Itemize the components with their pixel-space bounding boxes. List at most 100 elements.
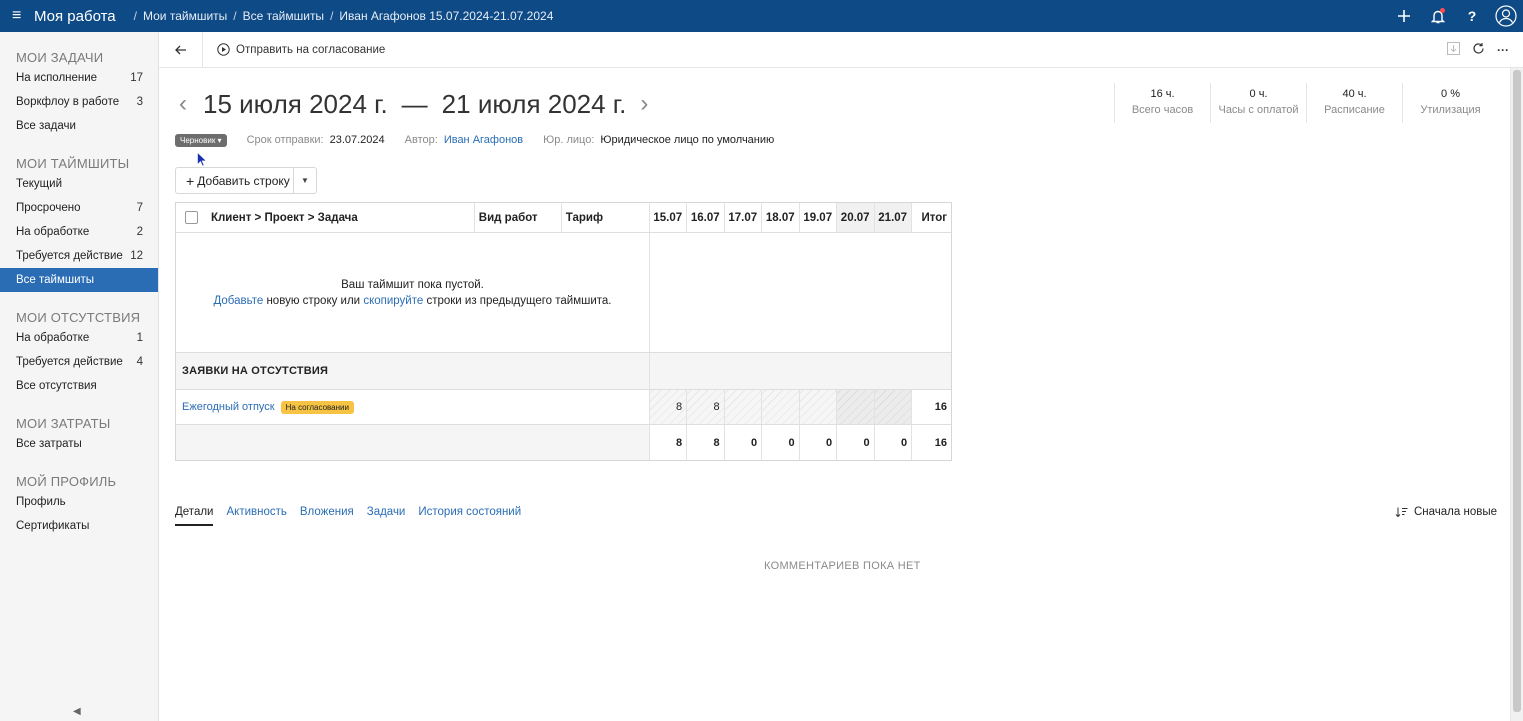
sidebar-item-count: 7 (136, 202, 143, 214)
status-badge[interactable]: Черновик ▾ (175, 133, 227, 147)
breadcrumb-all-timesheets[interactable]: Все таймшиты (243, 9, 324, 23)
sidebar-item[interactable]: Профиль (0, 490, 158, 514)
no-comments-message: КОММЕНТАРИЕВ ПОКА НЕТ (764, 560, 921, 572)
copy-rows-link[interactable]: скопируйте (363, 295, 423, 307)
breadcrumb-separator: / (133, 9, 137, 23)
sidebar-item[interactable]: Все затраты (0, 432, 158, 456)
sidebar-item-count: 1 (136, 332, 143, 344)
sidebar-item-count: 4 (136, 356, 143, 368)
absence-link[interactable]: Ежегодный отпуск (182, 401, 275, 413)
stat-card: 0 ч. Часы с оплатой (1210, 83, 1306, 123)
col-header-rate[interactable]: Тариф (560, 203, 649, 232)
sort-control[interactable]: Сначала новые (1395, 506, 1497, 518)
sidebar-item[interactable]: На обработке 1 (0, 326, 158, 350)
add-icon[interactable] (1387, 0, 1421, 32)
author-label: Автор: (404, 134, 438, 146)
col-header-day[interactable]: 21.07 (873, 203, 912, 232)
add-row-button[interactable]: + Добавить строку (176, 168, 294, 193)
breadcrumb-my-timesheets[interactable]: Мои таймшиты (143, 9, 227, 23)
breadcrumb: / Мои таймшиты / Все таймшиты / Иван Ага… (134, 9, 554, 23)
sidebar-item[interactable]: Воркфлоу в работе 3 (0, 90, 158, 114)
stat-value: 0 % (1441, 88, 1460, 100)
empty-state-row: Ваш таймшит пока пустой. Добавьте новую … (176, 233, 951, 353)
mouse-cursor-icon (197, 152, 207, 167)
col-header-day[interactable]: 17.07 (723, 203, 761, 232)
day-total-cell: 0 (798, 425, 837, 460)
sort-label: Сначала новые (1414, 506, 1498, 518)
status-badge: На согласовании (280, 400, 354, 414)
bell-icon[interactable] (1421, 0, 1455, 32)
stat-label: Часы с оплатой (1218, 104, 1299, 116)
sidebar-item[interactable]: Все таймшиты (0, 268, 158, 292)
date-from: 15 июля 2024 г. (203, 88, 388, 119)
sidebar-item-label: Требуется действие (16, 356, 123, 368)
sidebar-section-title: МОИ ЗАДАЧИ (16, 50, 104, 65)
submit-label: Отправить на согласование (236, 43, 386, 56)
col-header-day[interactable]: 18.07 (761, 203, 798, 232)
col-header-day[interactable]: 20.07 (836, 203, 874, 232)
prev-period-chevron-icon[interactable]: ‹ (179, 90, 203, 118)
sidebar-section: МОИ ЗАДАЧИ На исполнение 17 Воркфлоу в рабо… (0, 49, 158, 138)
sidebar-item-label: На обработке (16, 332, 90, 344)
col-header-day[interactable]: 16.07 (686, 203, 723, 232)
col-header-day[interactable]: 19.07 (798, 203, 836, 232)
user-avatar-icon[interactable] (1489, 0, 1523, 32)
tab[interactable]: Детали (175, 506, 214, 526)
col-header-day[interactable]: 15.07 (648, 203, 686, 232)
day-cell: 8 (648, 390, 687, 424)
sidebar-section: МОИ ЗАТРАТЫ Все затраты (0, 415, 158, 456)
back-arrow-icon[interactable] (159, 31, 203, 68)
sidebar-section: МОИ ОТСУТСТВИЯ На обработке 1 Требуется дей… (0, 309, 158, 398)
sidebar-item[interactable]: Сертификаты (0, 514, 158, 538)
add-row-link[interactable]: Добавьте (213, 295, 263, 307)
sidebar-item[interactable]: Требуется действие 4 (0, 350, 158, 374)
day-total-cell: 0 (873, 425, 912, 460)
date-separator: — (401, 88, 428, 119)
refresh-icon[interactable] (1472, 42, 1485, 58)
stat-card: 0 % Утилизация (1402, 83, 1498, 123)
sidebar-item-label: Все таймшиты (16, 274, 95, 286)
sidebar-item-label: На обработке (16, 226, 90, 238)
day-cell (873, 390, 912, 424)
col-header-work-type[interactable]: Вид работ (473, 203, 561, 232)
sort-icon (1395, 507, 1408, 517)
deadline-value: 23.07.2024 (329, 134, 385, 146)
sidebar-item[interactable]: На обработке 2 (0, 220, 158, 244)
breadcrumb-current: Иван Агафонов 15.07.2024-21.07.2024 (339, 9, 554, 23)
sidebar-item[interactable]: На исполнение 17 (0, 66, 158, 90)
collapse-sidebar-icon[interactable]: ◀ (73, 706, 81, 717)
day-cell (761, 390, 799, 424)
col-header-task[interactable]: Клиент > Проект > Задача (207, 212, 474, 224)
tab[interactable]: Вложения (300, 506, 354, 526)
scrollbar-thumb[interactable] (1513, 70, 1521, 712)
day-total-cell: 0 (836, 425, 874, 460)
stat-card: 40 ч. Расписание (1306, 83, 1402, 123)
empty-message-end: строки из предыдущего таймшита. (423, 294, 612, 307)
sidebar-item[interactable]: Просрочено 7 (0, 196, 158, 220)
vertical-scrollbar[interactable] (1510, 68, 1523, 721)
add-row-dropdown-chevron-icon[interactable]: ▼ (294, 176, 316, 185)
sidebar-item-label: Сертификаты (16, 520, 90, 532)
next-period-chevron-icon[interactable]: › (640, 90, 664, 118)
add-row-label: Добавить строку (197, 173, 290, 188)
sidebar-item[interactable]: Все задачи (0, 114, 158, 138)
breadcrumb-separator: / (330, 9, 334, 23)
author-link[interactable]: Иван Агафонов (444, 134, 523, 146)
sidebar-item-label: Требуется действие (16, 250, 123, 262)
select-all-checkbox[interactable] (176, 211, 207, 224)
sidebar-item[interactable]: Требуется действие 12 (0, 244, 158, 268)
tab[interactable]: Активность (226, 506, 286, 526)
hamburger-menu-icon[interactable]: ≡ (12, 8, 26, 24)
more-options-icon[interactable]: ··· (1497, 43, 1509, 57)
help-icon[interactable]: ? (1455, 0, 1489, 32)
day-cell (836, 390, 874, 424)
sidebar-item-label: Все затраты (16, 438, 82, 450)
submit-for-approval-button[interactable]: Отправить на согласование (217, 43, 385, 56)
tab[interactable]: История состояний (418, 506, 521, 526)
day-total-cell: 8 (648, 425, 687, 460)
tab[interactable]: Задачи (367, 506, 406, 526)
sidebar-item[interactable]: Текущий (0, 172, 158, 196)
app-title[interactable]: Моя работа (34, 8, 116, 25)
sidebar-item[interactable]: Все отсутствия (0, 374, 158, 398)
download-icon[interactable] (1447, 42, 1460, 58)
